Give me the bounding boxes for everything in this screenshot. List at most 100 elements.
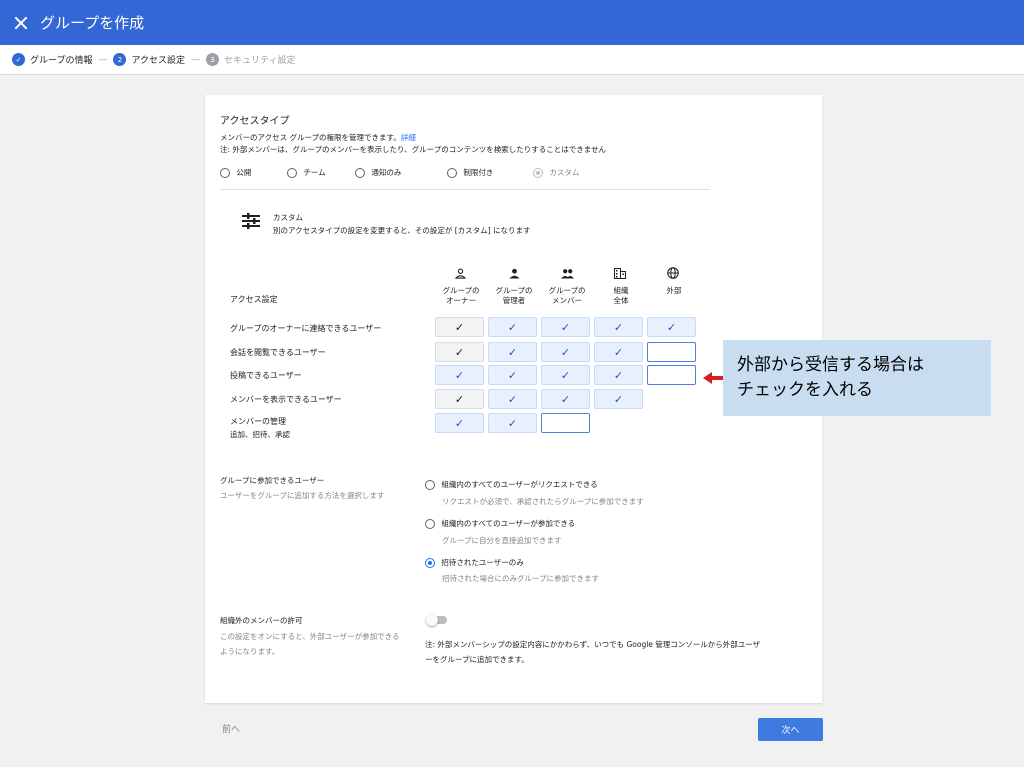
tune-icon — [242, 213, 260, 229]
row-sublabel-manage-members: 追加、招待、承認 — [230, 430, 290, 439]
access-option-team[interactable]: チーム — [287, 167, 326, 178]
col-header-line: 外部 — [666, 286, 682, 295]
permission-cell: ✓ — [435, 317, 484, 337]
app-header: グループを作成 — [0, 0, 1024, 45]
step-separator: — — [191, 54, 201, 65]
col-header-org: 組織 全体 — [594, 286, 648, 306]
col-header-line: 組織 — [613, 286, 629, 295]
permission-checkbox[interactable]: ✓ — [541, 389, 590, 409]
step-label: グループの情報 — [30, 56, 93, 66]
col-header-line: グループの — [495, 286, 533, 295]
step-separator: — — [98, 54, 108, 65]
radio-icon[interactable] — [355, 168, 365, 178]
access-option-restricted[interactable]: 制限付き — [447, 167, 493, 178]
external-note: 注: 外部メンバーシップの設定内容にかかわらず、いつでも Google 管理コン… — [425, 640, 761, 649]
permission-checkbox-external-empty[interactable] — [647, 365, 696, 385]
option-label: 招待されたユーザーのみ — [441, 558, 524, 567]
external-title: 組織外のメンバーの許可 — [220, 616, 303, 625]
permission-checkbox[interactable]: ✓ — [594, 365, 643, 385]
toggle-knob — [426, 614, 438, 626]
permission-checkbox[interactable]: ✓ — [488, 413, 537, 433]
permission-checkbox[interactable]: ✓ — [594, 389, 643, 409]
col-header-line: オーナー — [446, 296, 476, 305]
option-label: 組織内のすべてのユーザーがリクエストできる — [441, 480, 598, 489]
permission-checkbox[interactable]: ✓ — [594, 342, 643, 362]
radio-icon[interactable] — [425, 519, 435, 529]
permission-checkbox[interactable]: ✓ — [541, 317, 590, 337]
option-label: 通知のみ — [371, 168, 402, 177]
join-option-sub: 招待された場合にのみグループに参加できます — [442, 574, 600, 583]
access-type-desc-text: メンバーのアクセス グループの権限を管理できます。 — [220, 133, 401, 142]
step-label: セキュリティ設定 — [224, 56, 296, 66]
option-label: 組織内のすべてのユーザーが参加できる — [441, 519, 576, 528]
next-button[interactable]: 次へ — [758, 718, 823, 741]
permission-checkbox[interactable]: ✓ — [488, 389, 537, 409]
access-option-public[interactable]: 公開 — [220, 167, 251, 178]
access-type-title: アクセスタイプ — [220, 116, 290, 127]
external-desc: この設定をオンにすると、外部ユーザーが参加できる — [220, 632, 400, 641]
access-settings-header: アクセス設定 — [230, 295, 278, 304]
col-header-manager: グループの 管理者 — [487, 286, 541, 306]
radio-selected-icon[interactable] — [425, 558, 435, 568]
join-option-request[interactable]: 組織内のすべてのユーザーがリクエストできる — [425, 479, 598, 490]
annotation-callout: 外部から受信する場合は チェックを入れる — [723, 340, 991, 416]
access-option-notify-only[interactable]: 通知のみ — [355, 167, 401, 178]
permission-checkbox[interactable]: ✓ — [541, 342, 590, 362]
annotation-arrow — [712, 376, 723, 380]
radio-icon[interactable] — [220, 168, 230, 178]
row-label-view-conversations: 会話を閲覧できるユーザー — [230, 348, 326, 357]
step-number: 3 — [206, 53, 220, 66]
external-toggle[interactable] — [426, 614, 447, 626]
external-desc: ようになります。 — [220, 647, 280, 656]
permission-checkbox[interactable]: ✓ — [541, 365, 590, 385]
custom-title: カスタム — [273, 213, 303, 222]
permission-checkbox[interactable]: ✓ — [594, 317, 643, 337]
step-security-settings: 3 セキュリティ設定 — [206, 53, 296, 66]
option-label: 公開 — [236, 168, 252, 177]
permission-checkbox-external-empty[interactable] — [647, 342, 696, 362]
row-label-contact-owner: グループのオーナーに連絡できるユーザー — [230, 324, 382, 333]
radio-icon[interactable] — [447, 168, 457, 178]
option-label: チーム — [303, 168, 326, 177]
close-icon[interactable] — [14, 16, 28, 30]
option-label: 制限付き — [463, 168, 494, 177]
learn-more-link[interactable]: 詳細 — [401, 133, 416, 142]
join-option-invited[interactable]: 招待されたユーザーのみ — [425, 557, 524, 568]
option-label: カスタム — [549, 168, 580, 177]
globe-icon — [667, 264, 679, 283]
permission-cell: ✓ — [435, 342, 484, 362]
step-group-info[interactable]: ✓ グループの情報 — [12, 53, 92, 66]
step-label: アクセス設定 — [131, 56, 186, 66]
join-option-anyone[interactable]: 組織内のすべてのユーザーが参加できる — [425, 518, 575, 529]
col-header-line: 全体 — [613, 296, 629, 305]
prev-button[interactable]: 前へ — [222, 722, 240, 735]
col-header-member: グループの メンバー — [540, 286, 594, 306]
permission-cell: ✓ — [435, 389, 484, 409]
custom-desc: 別のアクセスタイプの設定を変更すると、その設定が [カスタム] になります — [273, 226, 531, 235]
divider — [220, 189, 710, 190]
external-note: ーをグループに追加できます。 — [425, 655, 529, 664]
col-header-owner: グループの オーナー — [434, 286, 488, 306]
col-header-line: グループの — [548, 286, 586, 295]
step-access-settings[interactable]: 2 アクセス設定 — [113, 53, 185, 66]
permission-checkbox[interactable]: ✓ — [647, 317, 696, 337]
person-icon — [509, 264, 520, 283]
permission-checkbox[interactable]: ✓ — [488, 342, 537, 362]
callout-line: 外部から受信する場合は — [737, 355, 924, 375]
col-header-line: メンバー — [552, 296, 582, 305]
radio-icon[interactable] — [425, 480, 435, 490]
permission-checkbox[interactable]: ✓ — [488, 365, 537, 385]
permission-checkbox-empty[interactable] — [541, 413, 590, 433]
permission-checkbox[interactable]: ✓ — [435, 413, 484, 433]
access-type-desc: メンバーのアクセス グループの権限を管理できます。詳細 — [220, 132, 416, 143]
page-title: グループを作成 — [40, 14, 145, 32]
check-circle-icon: ✓ — [12, 53, 25, 66]
join-option-sub: グループに自分を直接追加できます — [442, 536, 562, 545]
permission-checkbox[interactable]: ✓ — [435, 365, 484, 385]
permission-checkbox[interactable]: ✓ — [488, 317, 537, 337]
join-option-sub: リクエストが必須で、承認されたらグループに参加できます — [442, 497, 644, 506]
stepper: ✓ グループの情報 — 2 アクセス設定 — 3 セキュリティ設定 — [0, 45, 1024, 75]
col-header-line: グループの — [442, 286, 480, 295]
callout-line: チェックを入れる — [737, 380, 873, 400]
radio-icon[interactable] — [287, 168, 297, 178]
